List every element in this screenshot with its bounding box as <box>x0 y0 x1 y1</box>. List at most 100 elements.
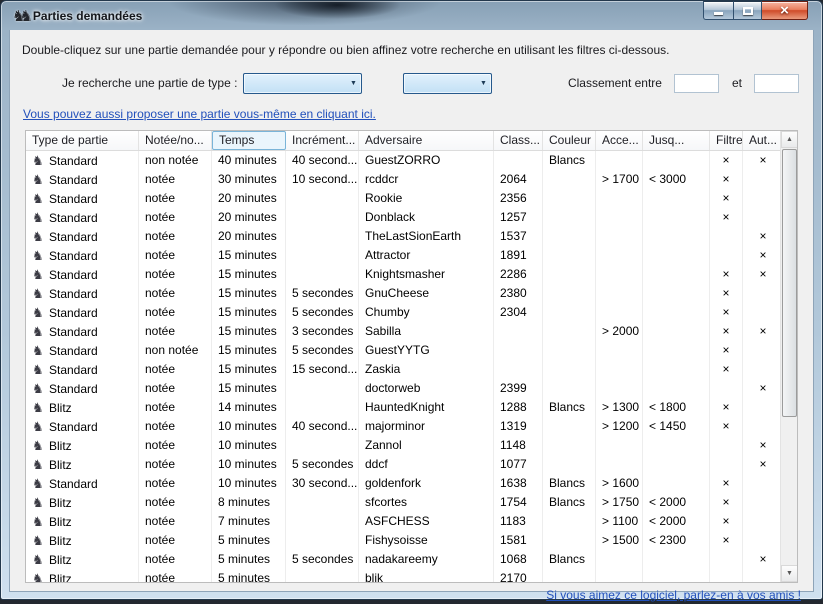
game-type-select[interactable]: ▼ <box>243 73 362 94</box>
table-cell: 1183 <box>494 512 543 531</box>
table-cell: ♞Standard <box>26 189 139 208</box>
table-cell: notée <box>139 246 212 265</box>
table-cell: × <box>710 265 743 284</box>
table-cell: 2304 <box>494 303 543 322</box>
table-row[interactable]: ♞Standardnon notée40 minutes40 second...… <box>26 151 780 170</box>
table-cell: 40 second... <box>286 417 359 436</box>
column-header[interactable]: Temps <box>212 131 286 150</box>
table-cell <box>743 189 780 208</box>
table-row[interactable]: ♞Standardnotée15 minutes5 secondesChumby… <box>26 303 780 322</box>
table-row[interactable]: ♞Standardnotée20 minutesRookie2356× <box>26 189 780 208</box>
table-row[interactable]: ♞Blitznotée14 minutesHauntedKnight1288Bl… <box>26 398 780 417</box>
table-cell: 5 secondes <box>286 341 359 360</box>
table-row[interactable]: ♞Standardnotée15 minutes15 second...Zask… <box>26 360 780 379</box>
table-row[interactable]: ♞Standardnotée15 minutesAttractor1891× <box>26 246 780 265</box>
table-row[interactable]: ♞Standardnotée15 minutes3 secondesSabill… <box>26 322 780 341</box>
column-header[interactable]: Notée/no... <box>139 131 212 150</box>
table-row[interactable]: ♞Standardnotée20 minutesTheLastSionEarth… <box>26 227 780 246</box>
chevron-down-icon[interactable]: ▼ <box>345 74 361 93</box>
table-row[interactable]: ♞Blitznotée5 minutes5 secondesnadakareem… <box>26 550 780 569</box>
table-cell <box>286 246 359 265</box>
table-row[interactable]: ♞Blitznotée10 minutesZannol1148× <box>26 436 780 455</box>
chess-piece-icon: ♞ <box>32 531 49 550</box>
scroll-down-button[interactable]: ▼ <box>781 565 798 582</box>
table-cell: × <box>710 474 743 493</box>
table-cell: ASFCHESS <box>359 512 494 531</box>
table-cell: Blancs <box>543 493 596 512</box>
table-cell <box>596 341 643 360</box>
table-cell <box>543 455 596 474</box>
table-row[interactable]: ♞Standardnotée15 minutesdoctorweb2399× <box>26 379 780 398</box>
chess-piece-icon: ♞ <box>32 246 49 265</box>
table-cell: 30 second... <box>286 474 359 493</box>
column-header[interactable]: Couleur <box>543 131 596 150</box>
table-cell: notée <box>139 360 212 379</box>
table-cell <box>596 151 643 170</box>
scrollbar-thumb[interactable] <box>782 149 797 417</box>
column-header[interactable]: Type de partie <box>26 131 139 150</box>
table-row[interactable]: ♞Blitznotée5 minutesblik2170 <box>26 569 780 582</box>
maximize-button[interactable] <box>733 1 762 20</box>
table-cell: 10 minutes <box>212 474 286 493</box>
table-cell <box>494 341 543 360</box>
vertical-scrollbar[interactable]: ▲ ▼ <box>780 131 797 582</box>
table-row[interactable]: ♞Standardnotée10 minutes30 second...gold… <box>26 474 780 493</box>
chess-piece-icon: ♞ <box>32 170 49 189</box>
table-cell <box>286 227 359 246</box>
table-row[interactable]: ♞Standardnotée15 minutesKnightsmasher228… <box>26 265 780 284</box>
close-button[interactable]: × <box>762 1 808 20</box>
table-row[interactable]: ♞Blitznotée5 minutesFishysoisse1581> 150… <box>26 531 780 550</box>
table-cell <box>743 512 780 531</box>
table-cell: Blancs <box>543 550 596 569</box>
table-cell: non notée <box>139 341 212 360</box>
propose-game-link[interactable]: Vous pouvez aussi proposer une partie vo… <box>23 107 376 121</box>
column-header[interactable]: Class... <box>494 131 543 150</box>
table-row[interactable]: ♞Blitznotée8 minutessfcortes1754Blancs> … <box>26 493 780 512</box>
table-cell: 40 second... <box>286 151 359 170</box>
game-subtype-select[interactable]: ▼ <box>403 73 492 94</box>
table-row[interactable]: ♞Standardnotée15 minutes5 secondesGnuChe… <box>26 284 780 303</box>
table-cell <box>643 569 710 582</box>
table-cell: notée <box>139 398 212 417</box>
table-row[interactable]: ♞Standardnon notée15 minutes5 secondesGu… <box>26 341 780 360</box>
table-cell: notée <box>139 531 212 550</box>
table-row[interactable]: ♞Blitznotée7 minutesASFCHESS1183> 1100< … <box>26 512 780 531</box>
chess-piece-icon: ♞ <box>32 303 49 322</box>
table-row[interactable]: ♞Standardnotée10 minutes40 second...majo… <box>26 417 780 436</box>
column-header[interactable]: Adversaire <box>359 131 494 150</box>
table-cell <box>643 379 710 398</box>
table-cell <box>643 455 710 474</box>
table-cell <box>743 360 780 379</box>
table-cell <box>596 227 643 246</box>
table-cell <box>596 303 643 322</box>
table-cell: 5 secondes <box>286 284 359 303</box>
table-cell <box>710 569 743 582</box>
rating-min-input[interactable] <box>674 74 719 93</box>
table-cell: ♞Standard <box>26 322 139 341</box>
column-header[interactable]: Aut... <box>743 131 784 150</box>
table-cell <box>710 379 743 398</box>
table-cell: × <box>710 284 743 303</box>
table-cell: ♞Blitz <box>26 493 139 512</box>
minimize-button[interactable] <box>703 1 733 20</box>
column-header[interactable]: Filtre <box>710 131 743 150</box>
chess-piece-icon: ♞ <box>32 417 49 436</box>
table-row[interactable]: ♞Standardnotée30 minutes10 second...rcdd… <box>26 170 780 189</box>
table-row[interactable]: ♞Blitznotée10 minutes5 secondesddcf1077× <box>26 455 780 474</box>
column-header[interactable]: Acce... <box>596 131 643 150</box>
scroll-up-button[interactable]: ▲ <box>781 131 798 148</box>
table-cell: ♞Blitz <box>26 512 139 531</box>
chess-piece-icon: ♞ <box>32 512 49 531</box>
table-cell <box>286 512 359 531</box>
chevron-down-icon[interactable]: ▼ <box>475 74 491 93</box>
column-header[interactable]: Incrément... <box>286 131 359 150</box>
table-cell <box>494 322 543 341</box>
table-cell: > 1500 <box>596 531 643 550</box>
table-row[interactable]: ♞Standardnotée20 minutesDonblack1257× <box>26 208 780 227</box>
table-cell <box>743 569 780 582</box>
rating-max-input[interactable] <box>754 74 799 93</box>
table-cell: 10 second... <box>286 170 359 189</box>
table-cell: notée <box>139 550 212 569</box>
column-header[interactable]: Jusq... <box>643 131 710 150</box>
table-cell: 1638 <box>494 474 543 493</box>
